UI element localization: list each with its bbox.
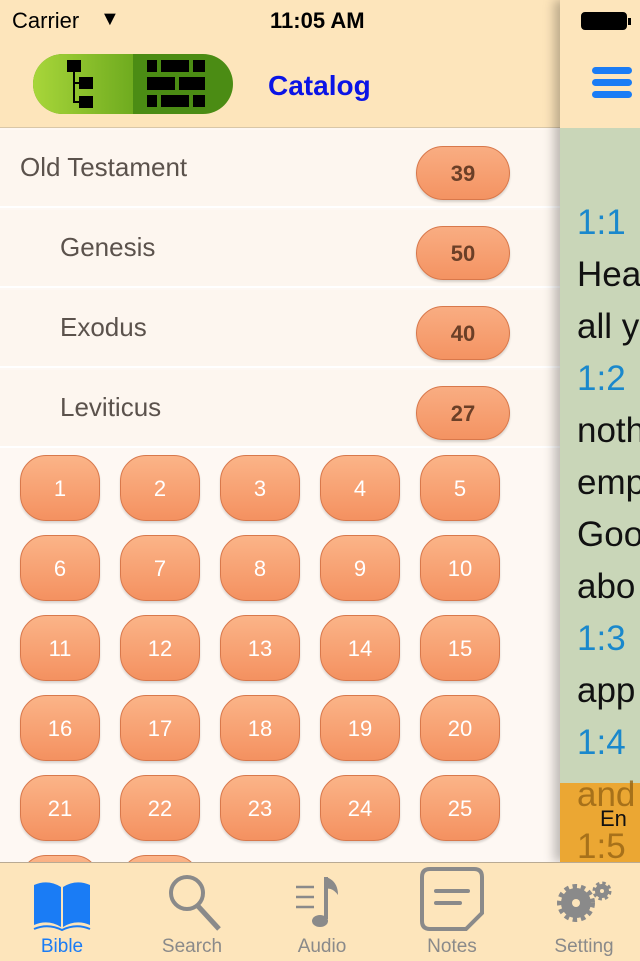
chapter-button[interactable]: 3	[220, 455, 300, 521]
carrier-label: Carrier	[12, 8, 80, 33]
chapter-button[interactable]: 23	[220, 775, 300, 841]
chapter-button[interactable]: 1	[20, 455, 100, 521]
chapter-button[interactable]: 15	[420, 615, 500, 681]
row-label: Leviticus	[60, 392, 162, 422]
catalog-row[interactable]: Old Testament 39	[0, 130, 560, 208]
tab-search[interactable]: Search	[128, 863, 256, 961]
verse-number: 1:4	[577, 723, 626, 762]
chapter-button[interactable]: 20	[420, 695, 500, 761]
chapter-button[interactable]: 21	[20, 775, 100, 841]
chapter-button[interactable]: 5	[420, 455, 500, 521]
catalog-panel: Catalog Old Testament 39 Genesis 50 Exodus 40…	[0, 0, 560, 960]
chapter-button[interactable]: 6	[20, 535, 100, 601]
chapter-button[interactable]: 22	[120, 775, 200, 841]
verse-text: noth	[577, 411, 640, 450]
tab-label: Bible	[40, 936, 84, 957]
chapter-button[interactable]: 18	[220, 695, 300, 761]
hamburger-menu-icon[interactable]	[592, 67, 632, 103]
tree-view-button[interactable]	[33, 54, 133, 114]
chapter-button[interactable]: 2	[120, 455, 200, 521]
tab-setting[interactable]: Setting	[520, 863, 640, 961]
verse-number: 1:1	[577, 203, 626, 242]
catalog-row[interactable]: Leviticus 27	[0, 370, 560, 448]
chapter-button[interactable]: 7	[120, 535, 200, 601]
chapter-button[interactable]: 10	[420, 535, 500, 601]
reader-panel[interactable]: 1:1 Hea all y 1:2 noth emp Goo abo 1:3 app 1:4 and 1…	[560, 0, 640, 862]
tab-label: Notes	[427, 936, 477, 957]
chapter-button[interactable]: 19	[320, 695, 400, 761]
row-label: Old Testament	[20, 152, 188, 182]
verse-text: abo	[577, 567, 636, 606]
verse-number: 1:5	[577, 827, 626, 862]
tab-label: Setting	[554, 936, 614, 957]
verse-number: 1:2	[577, 359, 626, 398]
chapter-button[interactable]: 4	[320, 455, 400, 521]
row-label: Exodus	[60, 312, 147, 342]
row-label: Genesis	[60, 232, 156, 262]
verse-text: Goo	[577, 515, 640, 554]
chapter-button[interactable]: 9	[320, 535, 400, 601]
chapter-button[interactable]: 16	[20, 695, 100, 761]
tab-bible[interactable]: Bible	[0, 863, 126, 961]
wifi-icon: ▼	[100, 8, 120, 30]
count-badge[interactable]: 40	[416, 306, 510, 360]
chapter-button[interactable]: 12	[120, 615, 200, 681]
count-badge[interactable]: 27	[416, 386, 510, 440]
catalog-row[interactable]: Exodus 40	[0, 290, 560, 368]
count-badge[interactable]: 50	[416, 226, 510, 280]
catalog-row[interactable]: Genesis 50	[0, 210, 560, 288]
chapter-button[interactable]: 13	[220, 615, 300, 681]
status-bar: Carrier ▼ 11:05 AM	[0, 0, 640, 40]
clock: 11:05 AM	[270, 8, 365, 33]
count-badge[interactable]: 39	[416, 146, 510, 200]
chapter-button[interactable]: 24	[320, 775, 400, 841]
grid-view-icon[interactable]	[133, 54, 233, 114]
tab-label: Audio	[297, 936, 347, 957]
battery-icon	[581, 12, 631, 30]
verse-text: and	[577, 775, 636, 814]
tree-view-icon	[67, 60, 93, 108]
chapter-button[interactable]: 8	[220, 535, 300, 601]
page-title: Catalog	[268, 70, 371, 101]
tab-label: Search	[161, 936, 223, 957]
chapter-button[interactable]: 11	[20, 615, 100, 681]
chapter-button[interactable]: 25	[420, 775, 500, 841]
chapter-button[interactable]: 17	[120, 695, 200, 761]
tab-bar: Bible Search Audio Notes Setting	[0, 862, 640, 960]
verse-text: emp	[577, 463, 640, 502]
verse-number: 1:3	[577, 619, 626, 658]
chapter-button[interactable]: 14	[320, 615, 400, 681]
verse-text: app	[577, 671, 636, 710]
verse-text: all y	[577, 307, 640, 346]
view-toggle[interactable]	[33, 54, 233, 114]
tab-audio[interactable]: Audio	[258, 863, 386, 961]
tab-notes[interactable]: Notes	[388, 863, 516, 961]
verse-text: Hea	[577, 255, 640, 294]
